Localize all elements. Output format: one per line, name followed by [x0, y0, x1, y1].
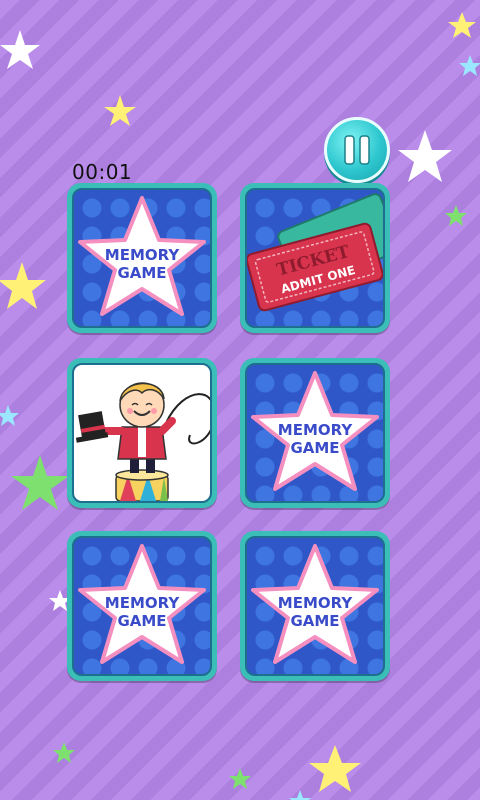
elapsed-timer: 00:01 — [72, 160, 133, 184]
card-label-line1: MEMORY — [105, 246, 181, 264]
card-label-line2: GAME — [290, 439, 339, 457]
ticket-icon: TICKET ADMIT ONE — [247, 193, 383, 312]
memory-card-3[interactable] — [67, 358, 217, 508]
memory-card-5[interactable]: MEMORY GAME — [67, 531, 217, 681]
memory-card-2[interactable]: TICKET ADMIT ONE — [240, 183, 390, 333]
star-card-back-icon: MEMORY GAME — [251, 371, 379, 491]
memory-card-1[interactable]: MEMORY GAME — [67, 183, 217, 333]
card-label-line2: GAME — [290, 612, 339, 630]
memory-card-6[interactable]: MEMORY GAME — [240, 531, 390, 681]
card-label-line1: MEMORY — [278, 421, 354, 439]
star-card-back-icon: MEMORY GAME — [251, 544, 379, 664]
memory-card-4[interactable]: MEMORY GAME — [240, 358, 390, 508]
pause-icon — [344, 135, 370, 165]
card-label-line2: GAME — [117, 612, 166, 630]
card-label-line2: GAME — [117, 264, 166, 282]
star-card-back-icon: MEMORY GAME — [78, 196, 206, 316]
card-label-line1: MEMORY — [278, 594, 354, 612]
card-label-line1: MEMORY — [105, 594, 181, 612]
star-card-back-icon: MEMORY GAME — [78, 544, 206, 664]
pause-button[interactable] — [324, 117, 390, 183]
ringmaster-boy-icon — [75, 382, 210, 501]
